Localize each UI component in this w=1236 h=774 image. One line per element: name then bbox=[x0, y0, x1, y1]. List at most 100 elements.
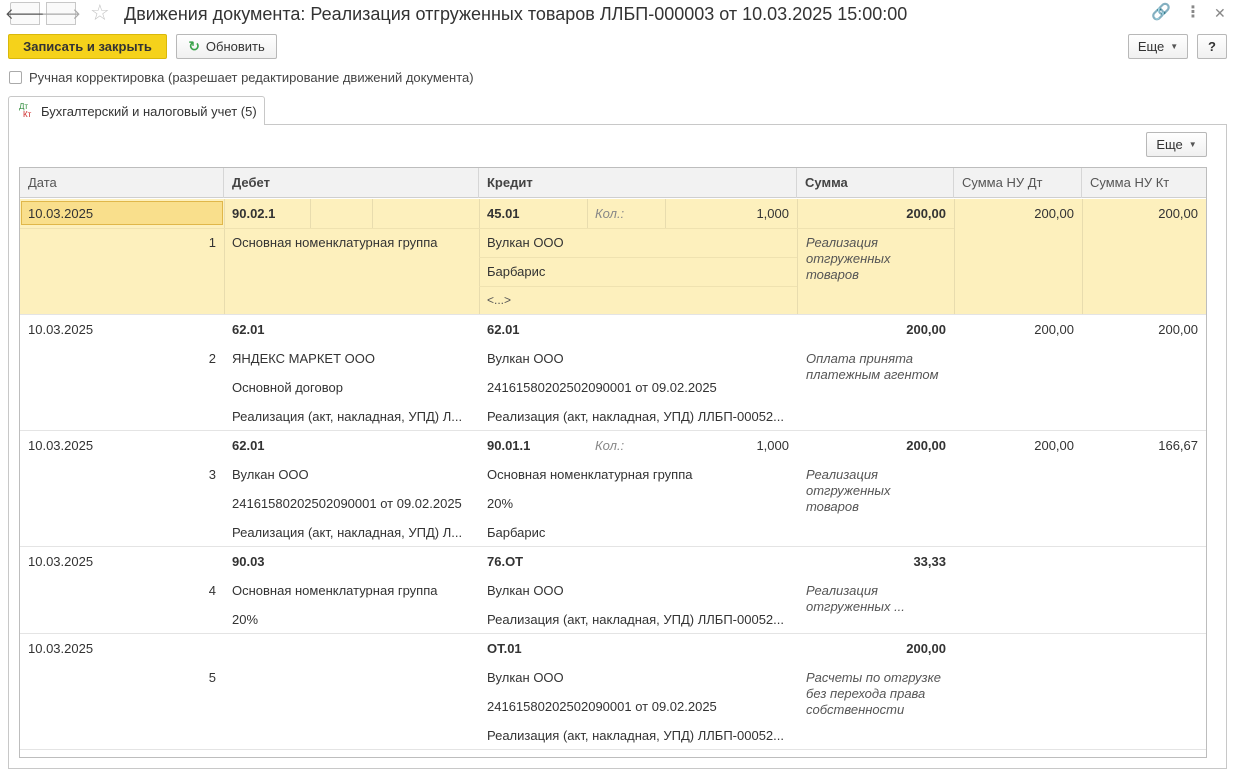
entries-table[interactable]: Дата Дебет Кредит Сумма Сумма НУ Дт Сумм… bbox=[19, 167, 1207, 758]
cell-debit-account: 90.03 bbox=[232, 554, 265, 569]
cell-credit-subconto: Вулкан ООО bbox=[487, 351, 564, 366]
tab-label: Бухгалтерский и налоговый учет (5) bbox=[41, 103, 257, 119]
cell-sum: 200,00 bbox=[906, 206, 946, 221]
chevron-down-icon: ▼ bbox=[1188, 140, 1197, 149]
cell-debit-subconto: Основная номенклатурная группа bbox=[232, 583, 438, 598]
cell-row-number: 1 bbox=[208, 235, 216, 250]
cell-credit-subconto: 24161580202502090001 от 09.02.2025 bbox=[487, 699, 717, 714]
cell-credit-subconto: Барбарис bbox=[487, 264, 546, 279]
cell-debit-subconto: Основной договор bbox=[232, 380, 343, 395]
cell-credit-account: 90.01.1 bbox=[487, 438, 531, 453]
cell-comment: Реализация отгруженных товаров bbox=[806, 235, 891, 282]
cell-sum-nu-kt: 200,00 bbox=[1158, 322, 1198, 337]
cell-credit-subconto: Реализация (акт, накладная, УПД) ЛЛБП-00… bbox=[487, 728, 785, 743]
chevron-down-icon: ▼ bbox=[1170, 42, 1179, 51]
cell-debit-account: 62.01 bbox=[232, 322, 265, 337]
header-date[interactable]: Дата bbox=[20, 168, 224, 198]
table-row[interactable]: 10.03.2025 3 62.01 Вулкан ООО 2416158020… bbox=[20, 431, 1206, 547]
cell-qty: 1,000 bbox=[756, 438, 789, 453]
cell-debit-account: 90.02.1 bbox=[232, 206, 276, 221]
back-button[interactable]: 🡐 bbox=[5, 2, 45, 25]
cell-debit-subconto: Реализация (акт, накладная, УПД) Л... bbox=[232, 525, 463, 540]
cell-credit-subconto: 24161580202502090001 от 09.02.2025 bbox=[487, 380, 717, 395]
cell-comment: Реализация отгруженных товаров bbox=[806, 467, 891, 514]
cell-date: 10.03.2025 bbox=[28, 206, 94, 221]
cell-date: 10.03.2025 bbox=[28, 322, 94, 337]
table-row[interactable]: 10.03.2025 1 90.02.1 Основная номенклату… bbox=[20, 199, 1206, 315]
cell-credit-subconto: <...> bbox=[487, 293, 512, 307]
cell-row-number: 2 bbox=[208, 351, 216, 366]
arrow-right-icon: 🡒 bbox=[40, 6, 82, 23]
cell-credit-account: 45.01 bbox=[487, 206, 520, 221]
dt-kt-icon: Дт Кт bbox=[19, 102, 32, 119]
arrow-left-icon: 🡐 bbox=[4, 6, 46, 23]
cell-row-number: 5 bbox=[208, 670, 216, 685]
link-icon[interactable]: 🔗 bbox=[1151, 3, 1171, 23]
cell-credit-subconto: Реализация (акт, накладная, УПД) ЛЛБП-00… bbox=[487, 409, 785, 424]
cell-comment: Расчеты по отгрузке без перехода права с… bbox=[806, 670, 941, 717]
cell-sum-nu-dt: 200,00 bbox=[1034, 322, 1074, 337]
refresh-icon: ↻ bbox=[188, 38, 200, 54]
cell-credit-subconto: Вулкан ООО bbox=[487, 235, 564, 250]
cell-row-number: 3 bbox=[208, 467, 216, 482]
header-debit[interactable]: Дебет bbox=[224, 168, 479, 198]
cell-date: 10.03.2025 bbox=[28, 438, 94, 453]
table-row[interactable]: 10.03.2025 4 90.03 Основная номенклатурн… bbox=[20, 547, 1206, 634]
cell-debit-subconto: 20% bbox=[232, 612, 259, 627]
cell-credit-account: 76.ОТ bbox=[487, 554, 524, 569]
window-title: Движения документа: Реализация отгруженн… bbox=[124, 4, 908, 24]
cell-credit-subconto: Реализация (акт, накладная, УПД) ЛЛБП-00… bbox=[487, 612, 785, 627]
cell-row-number: 4 bbox=[208, 583, 216, 598]
help-button[interactable]: ? bbox=[1197, 34, 1227, 59]
save-and-close-button[interactable]: Записать и закрыть bbox=[8, 34, 167, 59]
tab-accounting-tax[interactable]: Дт Кт Бухгалтерский и налоговый учет (5) bbox=[8, 96, 265, 125]
cell-debit-subconto: 24161580202502090001 от 09.02.2025 bbox=[232, 496, 462, 511]
cell-comment: Оплата принята платежным агентом bbox=[806, 351, 939, 382]
more-button[interactable]: Еще ▼ bbox=[1128, 34, 1188, 59]
more-vertical-icon[interactable]: ⋮ bbox=[1185, 3, 1201, 23]
cell-credit-subconto: 20% bbox=[487, 496, 514, 511]
refresh-label: Обновить bbox=[205, 39, 265, 54]
panel-more-button[interactable]: Еще ▼ bbox=[1146, 132, 1207, 157]
cell-credit-account: ОТ.01 bbox=[487, 641, 522, 656]
header-sum-nu-kt[interactable]: Сумма НУ Кт bbox=[1082, 168, 1206, 198]
cell-sum-nu-kt: 166,67 bbox=[1158, 438, 1198, 453]
cell-sum-nu-dt: 200,00 bbox=[1034, 206, 1074, 221]
more-label: Еще bbox=[1156, 137, 1183, 152]
cell-date: 10.03.2025 bbox=[28, 641, 94, 656]
cell-date: 10.03.2025 bbox=[28, 554, 94, 569]
cell-credit-account: 62.01 bbox=[487, 322, 520, 337]
cell-debit-subconto: Вулкан ООО bbox=[232, 467, 309, 482]
header-sum[interactable]: Сумма bbox=[797, 168, 954, 198]
table-header: Дата Дебет Кредит Сумма Сумма НУ Дт Сумм… bbox=[20, 168, 1206, 198]
cell-debit-subconto: Реализация (акт, накладная, УПД) Л... bbox=[232, 409, 463, 424]
cell-qty-label: Кол.: bbox=[595, 438, 625, 453]
table-row[interactable]: 10.03.2025 2 62.01 ЯНДЕКС МАРКЕТ ООО Осн… bbox=[20, 315, 1206, 431]
refresh-button[interactable]: ↻ Обновить bbox=[176, 34, 277, 59]
cell-credit-subconto: Барбарис bbox=[487, 525, 546, 540]
close-icon[interactable]: ✕ bbox=[1214, 3, 1226, 23]
more-label: Еще bbox=[1137, 39, 1165, 54]
title-bar: 🡐 🡒 ☆ Движения документа: Реализация отг… bbox=[0, 0, 1236, 28]
cell-qty-label: Кол.: bbox=[595, 206, 625, 221]
manual-edit-checkbox-row[interactable]: Ручная корректировка (разрешает редактир… bbox=[9, 70, 474, 85]
cell-sum: 33,33 bbox=[913, 554, 946, 569]
cell-debit-account: 62.01 bbox=[232, 438, 265, 453]
forward-button[interactable]: 🡒 bbox=[41, 2, 81, 25]
cell-sum-nu-kt: 200,00 bbox=[1158, 206, 1198, 221]
cell-sum-nu-dt: 200,00 bbox=[1034, 438, 1074, 453]
manual-edit-checkbox[interactable] bbox=[9, 71, 22, 84]
table-row[interactable]: 10.03.2025 5 ОТ.01 Вулкан ООО 2416158020… bbox=[20, 634, 1206, 750]
cell-debit-subconto: ЯНДЕКС МАРКЕТ ООО bbox=[232, 351, 375, 366]
manual-edit-label: Ручная корректировка (разрешает редактир… bbox=[29, 70, 474, 85]
cell-debit-subconto: Основная номенклатурная группа bbox=[232, 235, 438, 250]
favorite-star-icon[interactable]: ☆ bbox=[90, 1, 110, 25]
cell-sum: 200,00 bbox=[906, 641, 946, 656]
cell-qty: 1,000 bbox=[756, 206, 789, 221]
header-sum-nu-dt[interactable]: Сумма НУ Дт bbox=[954, 168, 1082, 198]
cell-credit-subconto: Основная номенклатурная группа bbox=[487, 467, 693, 482]
cell-credit-subconto: Вулкан ООО bbox=[487, 670, 564, 685]
header-credit[interactable]: Кредит bbox=[479, 168, 797, 198]
cell-credit-subconto: Вулкан ООО bbox=[487, 583, 564, 598]
cell-comment: Реализация отгруженных ... bbox=[806, 583, 905, 614]
